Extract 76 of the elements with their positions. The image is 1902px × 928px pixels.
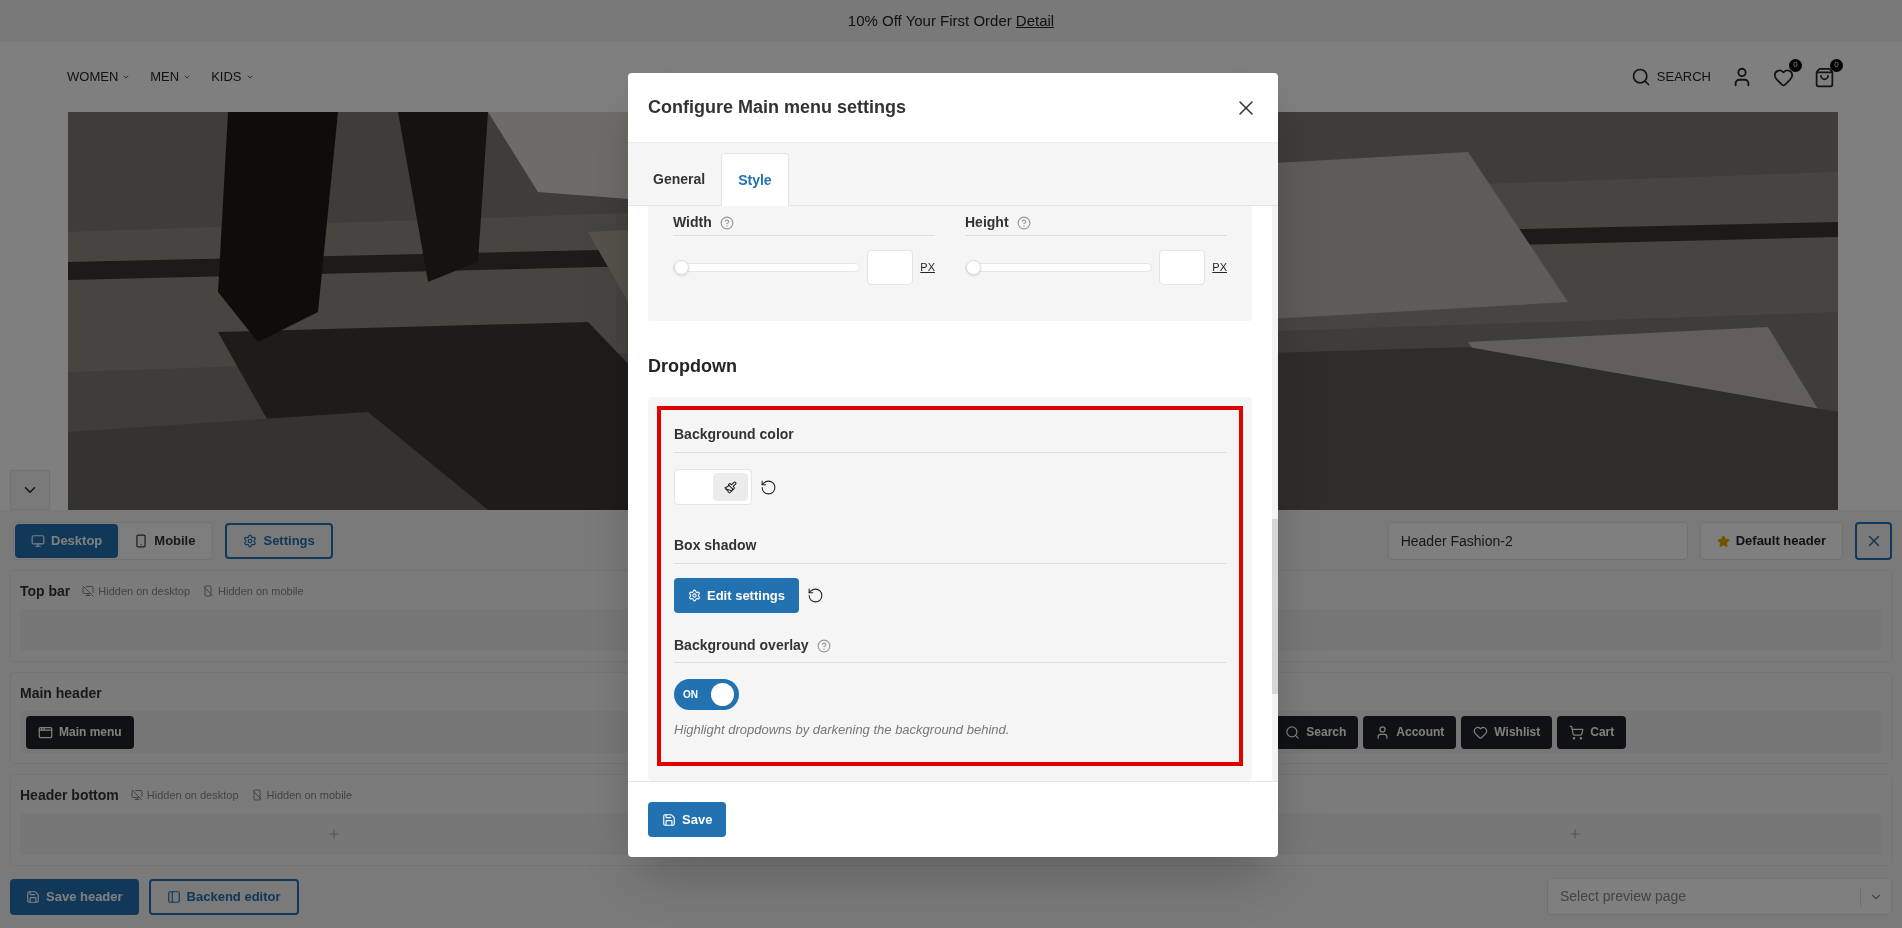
row-title: Main header	[20, 683, 102, 703]
settings-icon	[243, 534, 258, 548]
monitor-off-icon	[130, 789, 143, 801]
help-icon[interactable]	[719, 215, 734, 230]
nav-link[interactable]: MEN	[150, 67, 192, 87]
dialog-tab[interactable]: General	[637, 153, 722, 206]
heart-icon	[1473, 724, 1489, 740]
row-title: Top bar	[20, 581, 71, 601]
phone-icon	[134, 534, 149, 548]
user-icon	[1375, 724, 1391, 740]
field-label: Background color	[674, 426, 794, 442]
field-label: Background overlay	[674, 636, 809, 655]
reset-icon[interactable]	[760, 478, 777, 496]
detail-link[interactable]: Detail	[1015, 9, 1055, 33]
settings-button[interactable]: Settings	[225, 523, 333, 559]
announcement-text: 10% Off Your First Order	[847, 10, 1012, 31]
slider-thumb[interactable]	[673, 260, 689, 275]
device-tab[interactable]: Desktop	[15, 524, 119, 558]
caret-icon	[245, 73, 254, 81]
window-icon	[38, 724, 53, 740]
search-icon	[1630, 67, 1651, 87]
color-picker[interactable]	[674, 469, 752, 505]
help-icon[interactable]	[816, 638, 831, 653]
nav-link[interactable]: WOMEN	[67, 67, 131, 87]
field-label: Box shadow	[674, 537, 757, 553]
monitor-off-icon	[82, 585, 95, 597]
add-icon[interactable]	[1567, 827, 1582, 841]
default-header-button[interactable]: Default header	[1699, 522, 1843, 560]
star-icon	[1716, 534, 1730, 548]
save-icon	[26, 889, 40, 904]
edit-settings-button[interactable]: Edit settings	[674, 578, 799, 613]
reset-icon[interactable]	[807, 587, 824, 604]
close-button[interactable]	[1855, 522, 1892, 560]
help-icon[interactable]	[1016, 215, 1031, 230]
slider-track[interactable]	[965, 259, 1153, 276]
save-header-button[interactable]: Save header	[10, 878, 139, 915]
backend-editor-button[interactable]: Backend editor	[148, 878, 299, 915]
nav-link[interactable]: KIDS	[211, 67, 254, 87]
phone-off-icon	[202, 585, 215, 597]
caret-icon	[122, 73, 131, 81]
cart-icon	[1569, 724, 1585, 740]
field-label: Height	[965, 213, 1009, 232]
slider-thumb[interactable]	[965, 260, 981, 275]
header-element[interactable]: Cart	[1557, 715, 1627, 749]
save-icon	[662, 812, 676, 827]
add-icon[interactable]	[327, 827, 342, 841]
unit-link[interactable]: PX	[1212, 259, 1227, 276]
dialog-tab[interactable]: Style	[721, 153, 789, 206]
field-label: Width	[673, 213, 712, 232]
size-field[interactable]	[867, 250, 914, 285]
overlay-description: Highlight dropdowns by darkening the background behind.	[674, 721, 1011, 739]
bag-icon[interactable]	[1814, 66, 1835, 88]
header-element[interactable]: Main menu	[26, 715, 134, 749]
phone-off-icon	[250, 789, 263, 801]
search-icon	[1285, 724, 1301, 740]
preview-page-select[interactable]: Select preview page	[1547, 878, 1892, 915]
wishlist-count: 0	[1789, 58, 1802, 72]
caret-icon	[183, 73, 192, 81]
settings-icon	[688, 589, 701, 602]
monitor-icon	[31, 534, 45, 548]
size-field[interactable]	[1159, 250, 1206, 285]
section-title: Dropdown	[648, 355, 738, 377]
row-title: Header bottom	[20, 785, 119, 805]
panel-icon	[166, 889, 181, 904]
cart-count: 0	[1830, 58, 1843, 72]
save-button[interactable]: Save	[648, 802, 727, 837]
brush-icon	[724, 480, 737, 494]
header-element[interactable]: Wishlist	[1461, 715, 1553, 749]
device-tab[interactable]: Mobile	[118, 524, 212, 558]
header-element[interactable]: Account	[1363, 715, 1457, 749]
dialog-title: Configure Main menu settings	[648, 96, 906, 119]
overlay-toggle[interactable]: ON	[674, 679, 739, 710]
search-link[interactable]: SEARCH	[1630, 67, 1711, 87]
unit-link[interactable]: PX	[920, 259, 935, 276]
header-name-field[interactable]: Header Fashion-2	[1387, 522, 1688, 560]
slider-track[interactable]	[673, 259, 861, 276]
